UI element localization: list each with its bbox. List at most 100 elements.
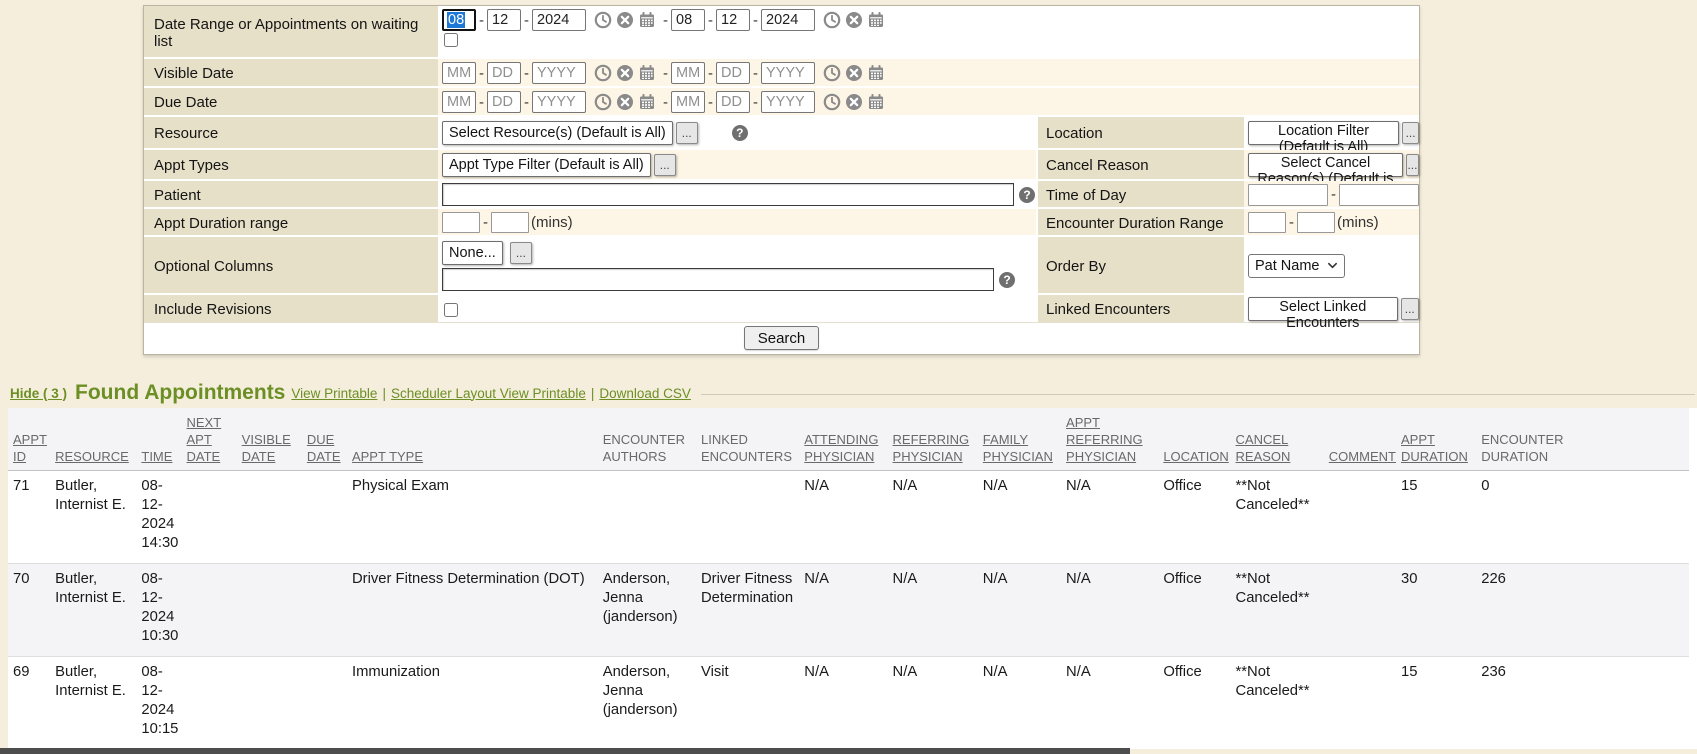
table-row: 69Butler, Internist E.08-12-2024 10:15Im… [8,657,1689,750]
clear-date-icon[interactable] [616,64,634,82]
column-header-next-apt-date[interactable]: NEXT APT DATE [187,408,242,471]
calendar-icon[interactable] [638,93,656,111]
linked-encounters-more-button[interactable]: ... [1401,298,1419,320]
due-date-start-year-input[interactable] [532,91,586,113]
view-printable-link[interactable]: View Printable [291,386,377,401]
visible-date-start-year-input[interactable] [532,62,586,84]
column-header-appt-id[interactable]: APPT ID [8,408,55,471]
due-date-start-month-input[interactable] [442,91,476,113]
location-filter-button[interactable]: Location Filter (Default is All) [1248,121,1399,145]
cancel-reason-filter-button[interactable]: Select Cancel Reason(s) (Default is All) [1248,153,1403,177]
calendar-icon[interactable] [638,11,656,29]
encounter-duration-max-input[interactable] [1297,212,1335,233]
column-header-due-date[interactable]: DUE DATE [307,408,352,471]
resource-filter-button[interactable]: Select Resource(s) (Default is All) [442,121,673,145]
clear-date-icon[interactable] [845,93,863,111]
resource-help-icon[interactable] [732,125,748,141]
waiting-list-checkbox[interactable] [444,33,458,47]
clear-date-icon[interactable] [845,11,863,29]
appointments-report-page: Date Range or Appointments on waiting li… [0,0,1697,754]
cell-appt-referring-physician: N/A [1066,471,1163,564]
appt-type-filter-button[interactable]: Appt Type Filter (Default is All) [442,153,651,177]
due-date-end-year-input[interactable] [761,91,815,113]
resource-more-button[interactable]: ... [676,122,698,144]
visible-date-end-year-input[interactable] [761,62,815,84]
cell-visible-date [242,471,307,564]
column-header-cancel-reason[interactable]: CANCEL REASON [1236,408,1329,471]
clock-icon[interactable] [594,64,612,82]
horizontal-scrollbar[interactable] [0,748,1130,754]
column-header-family-physician[interactable]: FAMILY PHYSICIAN [983,408,1066,471]
optional-columns-button[interactable]: None... [442,241,503,265]
column-header-appt-referring-physician[interactable]: APPT REFERRING PHYSICIAN [1066,408,1163,471]
range-separator: - [1331,186,1336,203]
patient-input[interactable] [442,183,1014,206]
clock-icon[interactable] [594,11,612,29]
cell-cancel-reason: **Not Canceled** [1236,471,1329,564]
order-by-select[interactable]: Pat Name [1248,254,1345,278]
download-csv-link[interactable]: Download CSV [599,386,691,401]
cell-linked-encounters: Driver Fitness Determination [701,564,804,657]
visible-date-start-day-input[interactable] [487,62,521,84]
patient-help-icon[interactable] [1019,187,1035,203]
hide-results-link[interactable]: Hide ( 3 ) [10,386,67,401]
clock-icon[interactable] [594,93,612,111]
date-range-end-year-input[interactable] [761,9,815,31]
clock-icon[interactable] [823,64,841,82]
due-date-end-month-input[interactable] [671,91,705,113]
include-revisions-checkbox[interactable] [444,303,458,317]
cell-comment [1329,471,1401,564]
appt-duration-min-input[interactable] [442,212,480,233]
link-separator: | [382,386,386,401]
cell-family-physician: N/A [983,657,1066,750]
due-date-start-day-input[interactable] [487,91,521,113]
column-header-attending-physician[interactable]: ATTENDING PHYSICIAN [804,408,892,471]
time-of-day-end-input[interactable] [1339,184,1419,206]
clock-icon[interactable] [823,11,841,29]
cell-appt-duration: 30 [1401,564,1481,657]
cancel-reason-more-button[interactable]: ... [1406,154,1419,176]
visible-date-end-day-input[interactable] [716,62,750,84]
optional-columns-more-button[interactable]: ... [510,242,532,264]
calendar-icon[interactable] [867,64,885,82]
linked-encounters-button[interactable]: Select Linked Encounters [1248,297,1398,321]
date-range-end-day-input[interactable] [716,9,750,31]
column-header-resource[interactable]: RESOURCE [55,408,141,471]
scheduler-layout-view-printable-link[interactable]: Scheduler Layout View Printable [391,386,586,401]
appt-duration-max-input[interactable] [491,212,529,233]
cell-cancel-reason: **Not Canceled** [1236,564,1329,657]
appt-types-label: Appt Types [144,150,438,179]
column-header-appt-duration[interactable]: APPT DURATION [1401,408,1481,471]
calendar-icon[interactable] [867,93,885,111]
time-of-day-start-input[interactable] [1248,184,1328,206]
date-range-end-month-input[interactable] [671,9,705,31]
column-header-comment[interactable]: COMMENT [1329,408,1401,471]
date-range-start-month-input[interactable]: 08 [442,9,476,31]
column-header-visible-date[interactable]: VISIBLE DATE [242,408,307,471]
visible-date-start-month-input[interactable] [442,62,476,84]
search-button[interactable]: Search [744,326,820,350]
optional-columns-help-icon[interactable] [999,272,1015,288]
due-date-end-day-input[interactable] [716,91,750,113]
cell-location: Office [1163,471,1235,564]
optional-columns-input[interactable] [442,268,994,291]
column-header-time[interactable]: TIME [141,408,186,471]
date-range-start-year-input[interactable] [532,9,586,31]
clear-date-icon[interactable] [616,11,634,29]
calendar-icon[interactable] [867,11,885,29]
appt-type-more-button[interactable]: ... [654,154,676,176]
column-header-referring-physician[interactable]: REFERRING PHYSICIAN [893,408,983,471]
clear-date-icon[interactable] [845,64,863,82]
date-range-start-day-input[interactable] [487,9,521,31]
cell-attending-physician: N/A [804,564,892,657]
encounter-duration-min-input[interactable] [1248,212,1286,233]
calendar-icon[interactable] [638,64,656,82]
column-header-location[interactable]: LOCATION [1163,408,1235,471]
results-title: Found Appointments [75,381,285,405]
visible-date-end-month-input[interactable] [671,62,705,84]
location-more-button[interactable]: ... [1402,122,1419,144]
clock-icon[interactable] [823,93,841,111]
cell-due-date [307,471,352,564]
clear-date-icon[interactable] [616,93,634,111]
column-header-appt-type[interactable]: APPT TYPE [352,408,603,471]
